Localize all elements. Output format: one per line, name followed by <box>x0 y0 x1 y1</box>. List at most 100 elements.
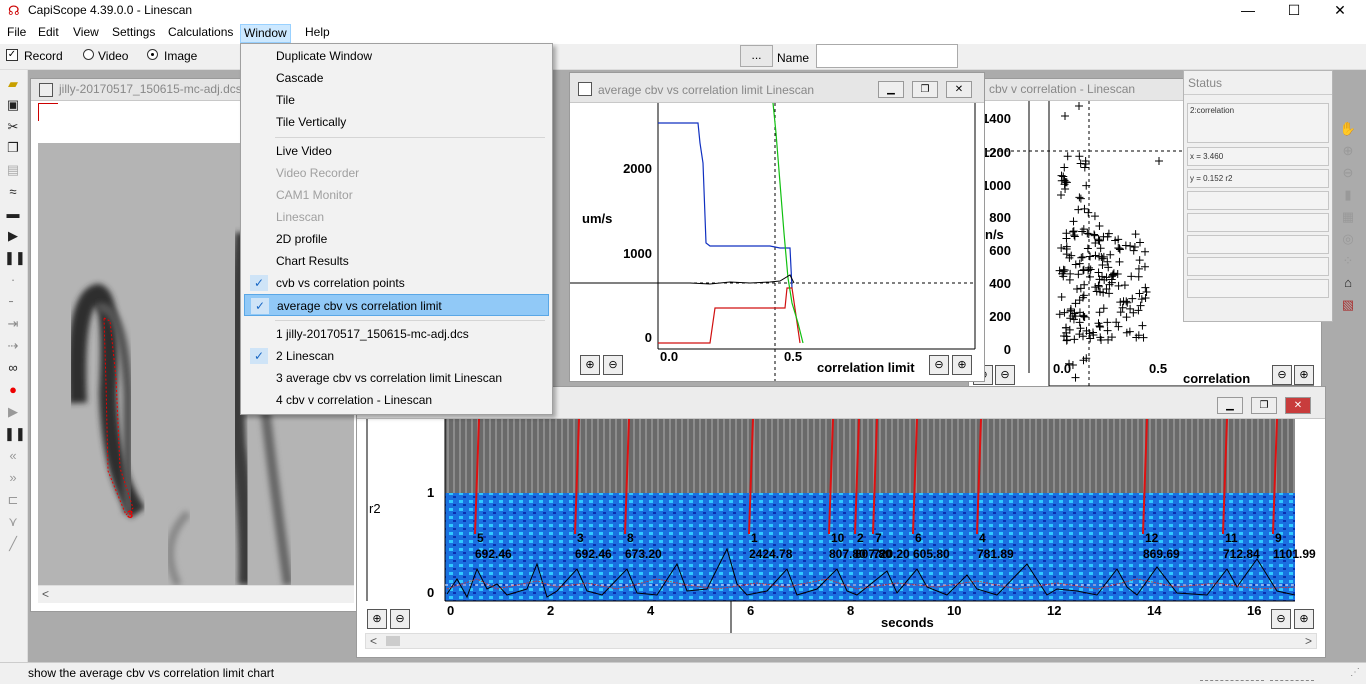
maximize-button[interactable]: ☐ <box>1271 0 1317 22</box>
menu-edit[interactable]: Edit <box>38 25 59 39</box>
glasses-icon[interactable]: ∞ <box>4 359 22 377</box>
menu-window[interactable]: Window <box>240 24 291 43</box>
status-x: x = 3.460 <box>1187 147 1329 166</box>
scatter-point <box>1071 373 1080 382</box>
avg-zoom-out-icon[interactable]: ⊖ <box>929 355 949 375</box>
menu-item-2d-profile[interactable]: 2D profile <box>244 228 549 250</box>
picture-icon[interactable]: ▧ <box>1339 296 1357 314</box>
play-gray-icon[interactable]: ▶ <box>4 403 22 421</box>
menu-item-window-4[interactable]: 4 cbv v correlation - Linescan <box>244 389 549 411</box>
step-icon[interactable]: ⇥ <box>4 315 22 333</box>
avg-restore-button[interactable]: ❐ <box>912 81 938 98</box>
menu-item-tile[interactable]: Tile <box>244 89 549 111</box>
copy-icon[interactable]: ❐ <box>4 139 22 157</box>
pause-icon[interactable]: ❚❚ <box>4 249 26 267</box>
menu-item-cvb-correlation-points[interactable]: ✓ cvb vs correlation points <box>244 272 549 294</box>
rewind-icon[interactable]: « <box>4 447 22 465</box>
equals-icon[interactable]: ▬ <box>4 205 22 223</box>
menu-item-live-video[interactable]: Live Video <box>244 140 549 162</box>
menu-item-chart-results[interactable]: Chart Results <box>244 250 549 272</box>
dots-icon[interactable]: ⁘ <box>1339 252 1357 270</box>
open-folder-icon[interactable]: ▰ <box>4 75 22 93</box>
grid-icon[interactable]: ▦ <box>1339 208 1357 226</box>
image-hscrollbar[interactable]: < <box>38 585 354 603</box>
zoom-in-tool-icon[interactable]: ⊕ <box>1339 142 1357 160</box>
cbv-zoom-in-icon[interactable]: ⊕ <box>1294 365 1314 385</box>
menu-item-window-3[interactable]: 3 average cbv vs correlation limit Lines… <box>244 367 549 389</box>
avg-cbv-window[interactable]: average cbv vs correlation limit Linesca… <box>569 72 985 382</box>
minimize-button[interactable]: — <box>1225 0 1271 22</box>
browse-button[interactable]: ... <box>740 45 773 67</box>
shape-icon[interactable]: ⌂ <box>1339 274 1357 292</box>
scatter-point <box>1057 293 1066 302</box>
linescan-zoom-out-icon[interactable]: ⊖ <box>1271 609 1291 629</box>
linescan-zoom-out-left-icon[interactable]: ⊖ <box>390 609 410 629</box>
hand-icon[interactable]: ✋ <box>1339 120 1357 138</box>
paste-icon[interactable]: ▤ <box>4 161 22 179</box>
name-input[interactable] <box>816 44 958 68</box>
linescan-scroll-left[interactable]: < <box>370 634 377 648</box>
menu-item-window-1[interactable]: 1 jilly-20170517_150615-mc-adj.dcs <box>244 323 549 345</box>
linescan-scroll-thumb[interactable] <box>386 636 400 646</box>
cbv-xlabel: correlation <box>1183 371 1251 386</box>
cbv-zoom-out-icon[interactable]: ⊖ <box>1272 365 1292 385</box>
linescan-scroll-right[interactable]: > <box>1305 634 1312 648</box>
move-icon[interactable]: ⇢ <box>4 337 22 355</box>
avg-close-button[interactable]: ✕ <box>946 81 972 98</box>
scatter-point <box>1116 308 1125 317</box>
avg-zoom-in-icon[interactable]: ⊕ <box>952 355 972 375</box>
menu-item-duplicate-window[interactable]: Duplicate Window <box>244 45 549 67</box>
menu-help[interactable]: Help <box>305 25 330 39</box>
zoom-out-tool-icon[interactable]: ⊖ <box>1339 164 1357 182</box>
linescan-zoom-in-left-icon[interactable]: ⊕ <box>367 609 387 629</box>
stop-icon[interactable]: ❚❚ <box>4 425 26 443</box>
save-icon[interactable]: ▣ <box>4 96 22 114</box>
linescan-xticks: 0 2 4 6 8 10 12 14 16 <box>357 603 1325 619</box>
menu-settings[interactable]: Settings <box>112 25 155 39</box>
video-radio[interactable] <box>83 49 94 60</box>
wave-icon[interactable]: ≈ <box>4 183 22 201</box>
clipboard-icon[interactable]: ▮ <box>1339 186 1357 204</box>
avg-zoom-out-left-icon[interactable]: ⊖ <box>603 355 623 375</box>
cut-icon[interactable]: ✂ <box>4 118 22 136</box>
pen-icon[interactable]: ╱ <box>4 535 22 553</box>
linescan-restore-button[interactable]: ❐ <box>1251 397 1277 414</box>
scatter-point <box>1135 256 1144 265</box>
record-dot-icon[interactable]: ● <box>4 381 22 399</box>
marker-number: 4 <box>979 531 986 545</box>
linescan-zoom-in-icon[interactable]: ⊕ <box>1294 609 1314 629</box>
menu-item-cascade[interactable]: Cascade <box>244 67 549 89</box>
menu-item-average-cbv-limit[interactable]: ✓ average cbv vs correlation limit <box>244 294 549 316</box>
roi-label: 3 <box>127 509 134 521</box>
record-checkbox[interactable]: ✓ <box>6 49 18 61</box>
linescan-hscrollbar[interactable]: < > <box>365 633 1317 649</box>
menu-view[interactable]: View <box>73 25 99 39</box>
linescan-minimize-button[interactable]: ▁ <box>1217 397 1243 414</box>
linescan-close-button[interactable]: ✕ <box>1285 397 1311 414</box>
linescan-xtick: 0 <box>447 603 455 618</box>
close-button[interactable]: ✕ <box>1317 0 1363 22</box>
menu-separator-2 <box>275 320 545 321</box>
avg-ytick-1000: 1000 <box>623 246 652 261</box>
menu-item-tile-vertically[interactable]: Tile Vertically <box>244 111 549 133</box>
menu-file[interactable]: File <box>7 25 26 39</box>
image-radio[interactable] <box>147 49 158 60</box>
scatter-point <box>1060 308 1069 317</box>
avg-zoom-in-left-icon[interactable]: ⊕ <box>580 355 600 375</box>
play-icon[interactable]: ▶ <box>4 227 22 245</box>
cbv-ylabel: n/s <box>985 227 1004 242</box>
avg-minimize-button[interactable]: ▁ <box>878 81 904 98</box>
menu-item-window-2[interactable]: ✓ 2 Linescan <box>244 345 549 367</box>
linescan-xtick: 12 <box>1047 603 1062 618</box>
cbv-zoom-out-left-icon[interactable]: ⊖ <box>995 365 1015 385</box>
linescan-window[interactable]: ▁ ❐ ✕ 1 0 r2 0 2 4 6 8 10 12 14 16 seconds ⊕ ⊖ ⊖… <box>356 386 1326 658</box>
target-icon[interactable]: ◎ <box>1339 230 1357 248</box>
line-icon[interactable]: ╴ <box>4 293 22 311</box>
size-grip-icon[interactable]: ⋰ <box>1350 667 1360 678</box>
forward-icon[interactable]: » <box>4 469 22 487</box>
menu-calculations[interactable]: Calculations <box>168 25 233 39</box>
loop-icon[interactable]: ⊏ <box>4 491 22 509</box>
dot-icon[interactable]: · <box>4 271 22 289</box>
scroll-left-arrow[interactable]: < <box>42 587 49 601</box>
fork-icon[interactable]: ⋎ <box>4 513 22 531</box>
